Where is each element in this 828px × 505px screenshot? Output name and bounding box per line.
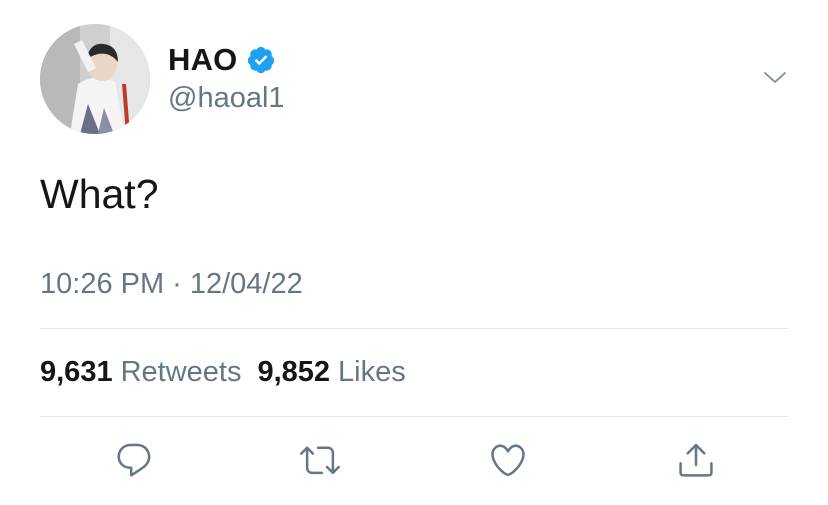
like-button[interactable] bbox=[486, 437, 530, 483]
share-button[interactable] bbox=[674, 437, 718, 483]
likes-count[interactable]: 9,852 bbox=[257, 356, 330, 389]
chevron-down-icon[interactable] bbox=[762, 66, 788, 88]
retweet-button[interactable] bbox=[298, 437, 342, 483]
verified-badge-icon bbox=[246, 45, 276, 75]
tweet-date: 12/04/22 bbox=[189, 268, 303, 300]
user-handle[interactable]: @haoal1 bbox=[168, 82, 285, 115]
retweets-count[interactable]: 9,631 bbox=[40, 356, 113, 389]
retweet-icon bbox=[300, 446, 340, 475]
tweet-stats: 9,631 Retweets 9,852 Likes bbox=[40, 356, 406, 389]
likes-label[interactable]: Likes bbox=[338, 356, 406, 389]
tweet-actions bbox=[0, 437, 828, 483]
retweets-label[interactable]: Retweets bbox=[121, 356, 242, 389]
meta-separator: · bbox=[172, 268, 182, 300]
tweet-time: 10:26 PM bbox=[40, 268, 165, 300]
avatar-photo bbox=[40, 24, 150, 134]
reply-button[interactable] bbox=[112, 437, 156, 483]
display-name[interactable]: HAO bbox=[168, 42, 238, 78]
tweet-timestamp[interactable]: 10:26 PM · 12/04/22 bbox=[40, 268, 303, 301]
reply-icon bbox=[117, 443, 151, 477]
divider bbox=[40, 328, 788, 329]
avatar[interactable] bbox=[40, 24, 150, 134]
tweet-text: What? bbox=[40, 171, 159, 217]
heart-icon bbox=[491, 444, 525, 477]
divider bbox=[40, 416, 788, 417]
share-icon bbox=[679, 443, 713, 477]
author-name-row[interactable]: HAO bbox=[168, 40, 276, 80]
